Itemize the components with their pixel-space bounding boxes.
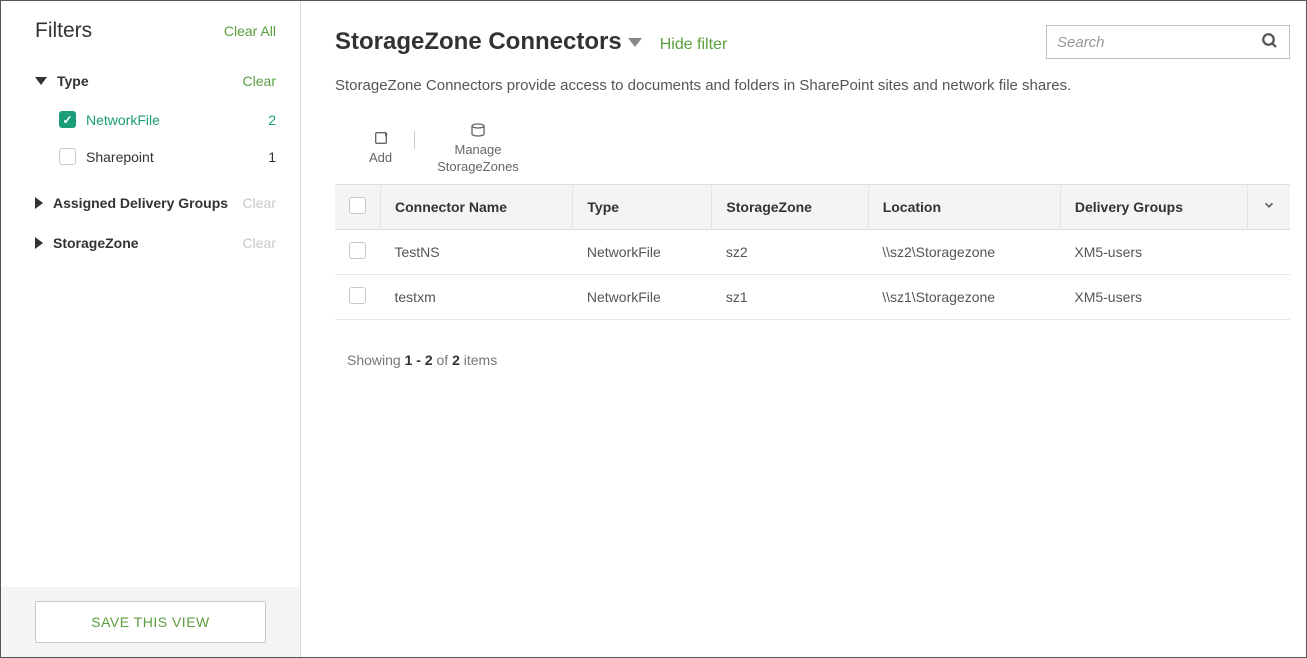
filter-clear-link: Clear [243,235,276,251]
cell-name: testxm [381,274,573,319]
filter-group-delivery: Assigned Delivery Groups Clear [1,183,300,223]
select-all-header[interactable] [335,184,381,229]
cell-type: NetworkFile [573,274,712,319]
filters-header: Filters Clear All [1,1,300,61]
col-connector-name[interactable]: Connector Name [381,184,573,229]
main-header: StorageZone Connectors Hide filter [335,25,1290,59]
cell-zone: sz2 [712,229,868,274]
col-storagezone[interactable]: StorageZone [712,184,868,229]
page-title[interactable]: StorageZone Connectors [335,28,642,56]
clear-all-link[interactable]: Clear All [224,23,276,39]
add-icon [373,130,389,146]
row-checkbox-cell[interactable] [335,274,381,319]
cell-groups: XM5-users [1060,274,1247,319]
table-row[interactable]: TestNS NetworkFile sz2 \\sz2\Storagezone… [335,229,1290,274]
toolbar-divider [414,131,415,149]
filter-item-count: 1 [268,149,276,165]
cell-groups: XM5-users [1060,229,1247,274]
main-content: StorageZone Connectors Hide filter Stora… [301,1,1306,657]
cell-zone: sz1 [712,274,868,319]
toolbar: Add Manage StorageZones [335,122,1290,176]
cell-location: \\sz1\Storagezone [868,274,1060,319]
filter-item-label: NetworkFile [86,112,160,128]
columns-menu-button[interactable] [1248,184,1291,229]
filters-sidebar: Filters Clear All Type Clear NetworkFile… [1,1,301,657]
table-header-row: Connector Name Type StorageZone Location… [335,184,1290,229]
filter-group-type: Type Clear NetworkFile 2 Sharepoint 1 [1,61,300,183]
page-title-text: StorageZone Connectors [335,28,622,56]
save-view-button[interactable]: SAVE THIS VIEW [35,601,266,643]
row-checkbox-cell[interactable] [335,229,381,274]
pagination-text: Showing 1 - 2 of 2 items [335,320,1290,368]
cell-name: TestNS [381,229,573,274]
filter-clear-link[interactable]: Clear [243,73,276,89]
filter-name-label: Assigned Delivery Groups [53,195,228,211]
col-delivery-groups[interactable]: Delivery Groups [1060,184,1247,229]
filter-header-storagezone[interactable]: StorageZone Clear [1,223,300,263]
checkbox-icon[interactable] [349,287,366,304]
filter-header-delivery[interactable]: Assigned Delivery Groups Clear [1,183,300,223]
filter-group-storagezone: StorageZone Clear [1,223,300,263]
add-label: Add [369,150,392,167]
search-box[interactable] [1046,25,1290,59]
checkbox-icon[interactable] [59,148,76,165]
filter-header-type[interactable]: Type Clear [1,61,300,101]
filter-name-label: Type [57,73,89,89]
table-row[interactable]: testxm NetworkFile sz1 \\sz1\Storagezone… [335,274,1290,319]
manage-storagezones-button[interactable]: Manage StorageZones [437,122,519,176]
filter-item-label: Sharepoint [86,149,154,165]
chevron-down-icon [35,77,47,85]
checkbox-icon[interactable] [59,111,76,128]
filter-item-count: 2 [268,112,276,128]
connectors-table: Connector Name Type StorageZone Location… [335,184,1290,320]
chevron-down-icon [1262,198,1276,215]
page-description: StorageZone Connectors provide access to… [335,77,1290,94]
search-icon[interactable] [1261,32,1279,53]
filter-item-networkfile[interactable]: NetworkFile 2 [59,101,276,138]
filter-items-type: NetworkFile 2 Sharepoint 1 [1,101,300,183]
chevron-right-icon [35,197,43,209]
sidebar-footer: SAVE THIS VIEW [1,587,300,657]
filter-item-sharepoint[interactable]: Sharepoint 1 [59,138,276,175]
filter-name-label: StorageZone [53,235,139,251]
hide-filter-link[interactable]: Hide filter [660,36,728,54]
search-input[interactable] [1057,34,1261,51]
checkbox-icon[interactable] [349,242,366,259]
add-button[interactable]: Add [369,130,392,167]
manage-label: Manage StorageZones [437,142,519,176]
col-location[interactable]: Location [868,184,1060,229]
col-type[interactable]: Type [573,184,712,229]
cell-type: NetworkFile [573,229,712,274]
filter-clear-link: Clear [243,195,276,211]
checkbox-icon[interactable] [349,197,366,214]
storage-icon [470,122,486,138]
cell-location: \\sz2\Storagezone [868,229,1060,274]
filters-title: Filters [35,19,92,43]
chevron-right-icon [35,237,43,249]
dropdown-caret-icon [628,38,642,47]
